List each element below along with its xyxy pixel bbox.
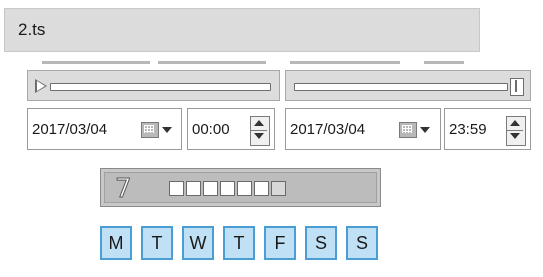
day-indicator — [186, 181, 201, 196]
day-button-friday[interactable]: F — [264, 226, 296, 260]
day-button-thursday[interactable]: T — [223, 226, 255, 260]
divider — [158, 61, 266, 64]
day-button-sunday[interactable]: S — [346, 226, 378, 260]
slider-end-handle[interactable] — [510, 78, 524, 96]
slider-track[interactable] — [294, 83, 508, 91]
day-button-wednesday[interactable]: W — [182, 226, 214, 260]
weekday-summary-panel: 7 — [100, 168, 381, 207]
day-indicator — [169, 181, 184, 196]
end-time-value: 23:59 — [449, 121, 487, 138]
spin-down-icon[interactable] — [251, 130, 267, 143]
day-indicator — [271, 181, 286, 196]
slider-start-handle[interactable] — [35, 79, 47, 93]
day-button-monday[interactable]: M — [100, 226, 132, 260]
day-indicator — [254, 181, 269, 196]
spin-up-icon[interactable] — [507, 117, 523, 131]
start-date-value: 2017/03/04 — [32, 121, 108, 138]
end-range-slider[interactable] — [285, 70, 531, 101]
file-name-bar: 2.ts — [4, 8, 480, 52]
start-date-picker[interactable]: 2017/03/04 — [27, 108, 182, 150]
chevron-down-icon[interactable] — [162, 127, 172, 133]
weekday-summary-inner: 7 — [104, 172, 377, 204]
start-range-slider[interactable] — [27, 70, 280, 101]
calendar-icon[interactable] — [141, 122, 159, 138]
end-date-value: 2017/03/04 — [290, 121, 366, 138]
seven-icon: 7 — [115, 174, 133, 204]
day-button-tuesday[interactable]: T — [141, 226, 173, 260]
end-date-picker[interactable]: 2017/03/04 — [285, 108, 441, 150]
start-time-field[interactable]: 00:00 — [187, 108, 275, 150]
chevron-down-icon[interactable] — [420, 127, 430, 133]
slider-track[interactable] — [50, 83, 271, 91]
start-time-spinner[interactable] — [250, 116, 270, 146]
divider — [290, 61, 400, 64]
divider — [424, 61, 464, 64]
day-indicator — [220, 181, 235, 196]
divider — [42, 61, 150, 64]
spin-down-icon[interactable] — [507, 130, 523, 143]
end-time-field[interactable]: 23:59 — [444, 108, 531, 150]
day-indicator — [203, 181, 218, 196]
day-indicator — [237, 181, 252, 196]
spin-up-icon[interactable] — [251, 117, 267, 131]
calendar-icon[interactable] — [399, 122, 417, 138]
end-time-spinner[interactable] — [506, 116, 526, 146]
file-name-label: 2.ts — [18, 20, 46, 39]
day-button-saturday[interactable]: S — [305, 226, 337, 260]
start-time-value: 00:00 — [192, 121, 230, 138]
